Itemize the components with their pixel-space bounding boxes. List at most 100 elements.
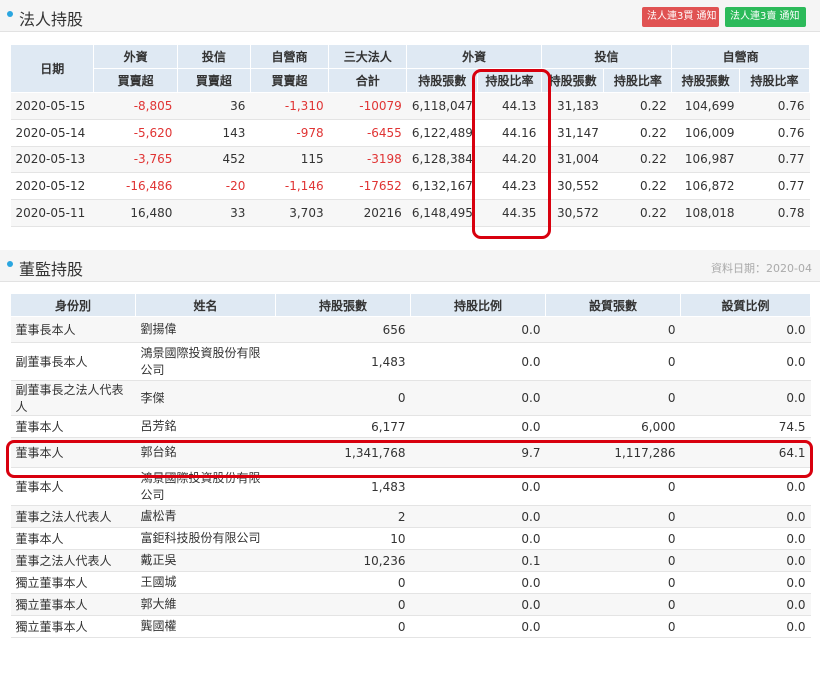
cell-share-ratio: 0.0 [410, 615, 546, 638]
cell-share-ratio: 0.1 [410, 549, 546, 572]
col-trust-shares: 持股張數 [540, 68, 605, 93]
cell-value: 31,183 [541, 92, 604, 120]
table-row: 獨立董事本人 郭大維 0 0.0 0 0.0 [10, 593, 811, 616]
cell-value: 36 [177, 92, 251, 120]
col-foreign-shares: 持股張數 [406, 68, 479, 93]
col-group-trust: 投信 [540, 44, 673, 69]
col-foreign-top: 外資 [93, 44, 178, 69]
cell-value: 6,148,495 [406, 199, 478, 227]
cell-value: 6,118,047 [406, 92, 478, 120]
cell-pledged-ratio: 64.1 [680, 437, 811, 468]
cell-pledged-ratio: 0.0 [680, 593, 811, 616]
table-row: 2020-05-13 -3,765 452 115 -3198 6,128,38… [10, 146, 810, 174]
cell-pledged-ratio: 0.0 [680, 615, 811, 638]
cell-value: 0.78 [739, 199, 810, 227]
cell-value: 0.22 [603, 146, 672, 174]
cell-pledged: 0 [545, 505, 681, 528]
cell-shares: 6,177 [275, 415, 411, 438]
institutional-table: 日期 外資 投信 自營商 三大法人 外資 投信 自營商 買賣超 買賣超 買賣超 … [9, 44, 810, 227]
col-three-total: 合計 [328, 68, 408, 93]
table-row: 獨立董事本人 龔國權 0 0.0 0 0.0 [10, 615, 811, 638]
cell-role: 副董事長之法人代表人 [10, 380, 136, 416]
col-trust-ratio: 持股比率 [603, 68, 673, 93]
cell-pledged: 0 [545, 615, 681, 638]
cell-pledged-ratio: 0.0 [680, 380, 811, 416]
cell-value: 6,132,167 [406, 172, 478, 201]
bullet-dot-icon [7, 261, 13, 267]
col-group-dealer: 自營商 [671, 44, 810, 69]
cell-name: 王國城 [135, 571, 276, 594]
table-row: 獨立董事本人 王國城 0 0.0 0 0.0 [10, 571, 811, 594]
cell-name: 鴻景國際投資股份有限公司 [135, 342, 276, 381]
buy-3days-notify-button[interactable]: 法人連3買 通知 [642, 7, 719, 27]
directors-title: 董監持股 [19, 260, 84, 279]
col-pledged-ratio: 設質比例 [680, 293, 811, 317]
cell-value: 0.22 [603, 199, 672, 227]
sell-3days-notify-button[interactable]: 法人連3賣 通知 [725, 7, 806, 27]
table-row: 2020-05-11 16,480 33 3,703 20216 6,148,4… [10, 199, 810, 227]
col-foreign-net: 買賣超 [93, 68, 178, 93]
cell-value: -3,765 [93, 146, 178, 174]
cell-value: -1,310 [250, 92, 329, 120]
cell-role: 董事長本人 [10, 316, 136, 343]
table-row: 副董事長之法人代表人 李傑 0 0.0 0 0.0 [10, 380, 811, 416]
cell-value: 44.13 [477, 92, 542, 120]
table-row: 2020-05-14 -5,620 143 -978 -6455 6,122,4… [10, 119, 810, 147]
table-row: 2020-05-15 -8,805 36 -1,310 -10079 6,118… [10, 92, 810, 120]
table-row: 2020-05-12 -16,486 -20 -1,146 -17652 6,1… [10, 172, 810, 201]
cell-value: 33 [177, 199, 251, 227]
cell-name: 李傑 [135, 380, 276, 416]
cell-role: 副董事長本人 [10, 342, 136, 381]
cell-shares: 10,236 [275, 549, 411, 572]
cell-shares: 656 [275, 316, 411, 343]
cell-share-ratio: 0.0 [410, 593, 546, 616]
cell-name: 呂芳銘 [135, 415, 276, 438]
cell-pledged-ratio: 0.0 [680, 467, 811, 506]
cell-value: 106,987 [671, 146, 740, 174]
cell-pledged-ratio: 0.0 [680, 527, 811, 550]
cell-pledged: 0 [545, 549, 681, 572]
cell-value: 6,128,384 [406, 146, 478, 174]
cell-role: 董事本人 [10, 415, 136, 438]
cell-date: 2020-05-13 [10, 146, 94, 174]
col-three-top: 三大法人 [328, 44, 408, 69]
col-name: 姓名 [135, 293, 276, 317]
cell-value: -10079 [328, 92, 407, 120]
table-row: 董事本人 郭台銘 1,341,768 9.7 1,117,286 64.1 [10, 437, 811, 468]
cell-value: 108,018 [671, 199, 740, 227]
cell-pledged: 0 [545, 527, 681, 550]
cell-value: 44.23 [477, 172, 542, 201]
cell-shares: 1,341,768 [275, 437, 411, 468]
cell-pledged-ratio: 0.0 [680, 505, 811, 528]
institutional-title: 法人持股 [19, 10, 84, 29]
cell-role: 董事本人 [10, 437, 136, 468]
cell-pledged-ratio: 0.0 [680, 342, 811, 381]
cell-pledged-ratio: 74.5 [680, 415, 811, 438]
cell-value: -3198 [328, 146, 407, 174]
cell-value: -17652 [328, 172, 407, 201]
table-row: 董事長本人 劉揚偉 656 0.0 0 0.0 [10, 316, 811, 343]
directors-panel-header: 董監持股 資料日期：2020-04 [0, 250, 820, 282]
cell-value: 20216 [328, 199, 407, 227]
cell-share-ratio: 0.0 [410, 527, 546, 550]
col-dealer-net: 買賣超 [249, 68, 330, 93]
cell-value: -1,146 [250, 172, 329, 201]
cell-role: 獨立董事本人 [10, 593, 136, 616]
cell-value: 6,122,489 [406, 119, 478, 147]
cell-value: 0.22 [603, 92, 672, 120]
cell-role: 獨立董事本人 [10, 571, 136, 594]
cell-pledged-ratio: 0.0 [680, 316, 811, 343]
cell-value: 30,572 [541, 199, 604, 227]
cell-value: -5,620 [93, 119, 178, 147]
cell-role: 董事之法人代表人 [10, 505, 136, 528]
cell-shares: 0 [275, 571, 411, 594]
cell-shares: 0 [275, 380, 411, 416]
cell-role: 獨立董事本人 [10, 615, 136, 638]
cell-pledged: 0 [545, 342, 681, 381]
cell-value: -16,486 [93, 172, 178, 201]
col-role: 身份別 [10, 293, 136, 317]
cell-pledged: 0 [545, 380, 681, 416]
data-date-label: 資料日期：2020-04 [711, 262, 812, 275]
cell-value: 452 [177, 146, 251, 174]
table-row: 董事本人 呂芳銘 6,177 0.0 6,000 74.5 [10, 415, 811, 438]
